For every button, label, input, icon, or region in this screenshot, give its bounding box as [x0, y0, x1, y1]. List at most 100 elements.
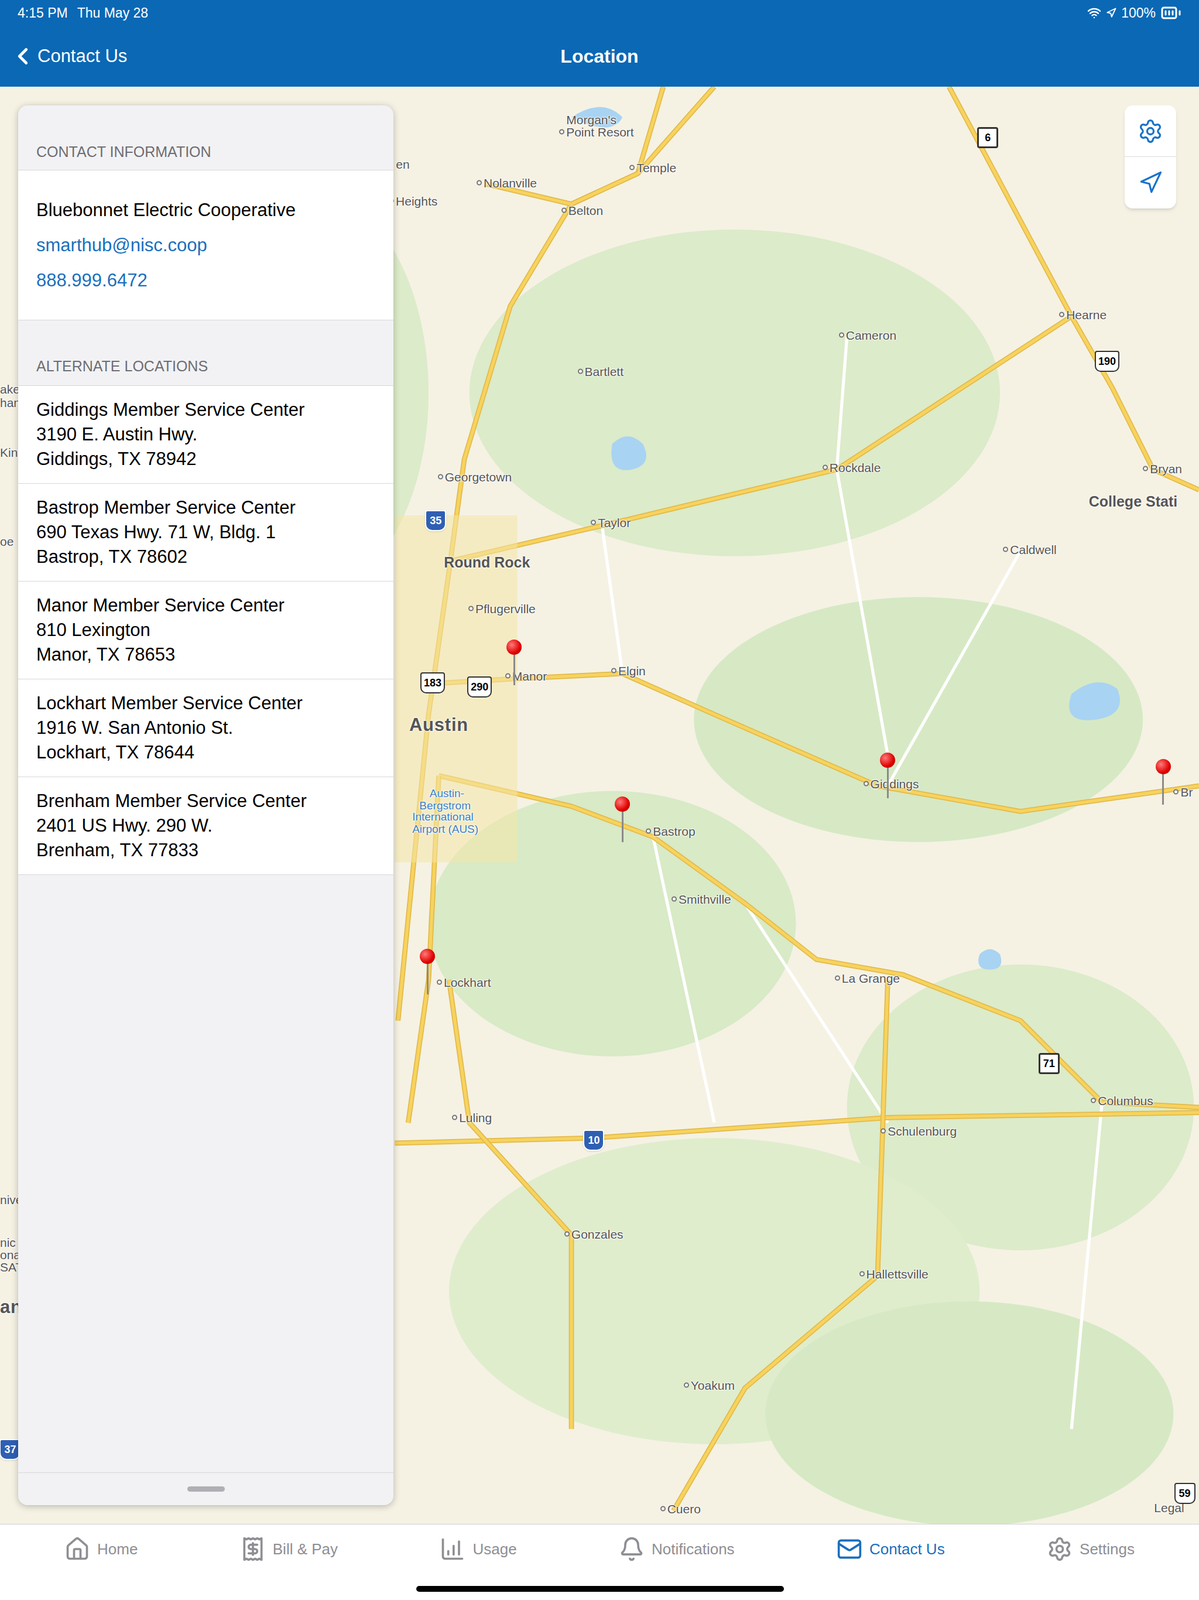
- map-label: Manor: [505, 669, 548, 682]
- header: 4:15 PM Thu May 28 100% Contact Us Location: [0, 0, 1199, 87]
- tab-item[interactable]: Settings: [1046, 1535, 1135, 1562]
- town-dot-icon: [1142, 465, 1149, 471]
- town-dot-icon: [1002, 546, 1009, 552]
- section-header: ALTERNATE LOCATIONS: [18, 320, 394, 386]
- map-label: Georgetown: [437, 470, 512, 483]
- nav-title: Location: [560, 42, 639, 71]
- panel-footer: [18, 1471, 394, 1505]
- map-pin[interactable]: [506, 639, 522, 685]
- cooperative-name: Bluebonnet Electric Cooperative: [36, 198, 376, 222]
- battery-icon: [1160, 2, 1182, 24]
- town-dot-icon: [561, 207, 567, 213]
- location-row[interactable]: Giddings Member Service Center3190 E. Au…: [18, 385, 394, 484]
- map-label: Cuero: [660, 1501, 701, 1514]
- highway-shield: 71: [1038, 1052, 1060, 1074]
- map-settings-button[interactable]: [1124, 105, 1177, 157]
- map-label: Nolanville: [476, 176, 537, 189]
- map-pin[interactable]: [419, 948, 435, 995]
- town-dot-icon: [505, 672, 511, 678]
- town-dot-icon: [838, 331, 845, 338]
- map-label: Luling: [451, 1111, 492, 1124]
- map-label: Kin: [0, 445, 18, 458]
- status-time: 4:15 PM: [17, 2, 68, 24]
- battery-level: 100%: [1121, 2, 1156, 24]
- location-row[interactable]: Bastrop Member Service Center690 Texas H…: [18, 483, 394, 582]
- location-arrow-icon: [1138, 170, 1163, 195]
- map-label: han: [0, 395, 21, 409]
- map-label: en: [395, 158, 410, 171]
- map-label: Schulenburg: [880, 1124, 957, 1137]
- highway-shield: 183: [420, 672, 445, 694]
- map-label: Cameron: [838, 328, 897, 341]
- tab-bar: Home Bill & Pay Usage Notifications Contact …: [0, 1523, 1199, 1600]
- map-label: ake: [0, 382, 20, 395]
- highway-shield: 59: [1174, 1482, 1196, 1504]
- town-dot-icon: [451, 1114, 458, 1120]
- status-date: Thu May 28: [77, 2, 149, 24]
- map[interactable]: Morgan'sPoint ResortTempleNolanvilleBelt…: [0, 86, 1199, 1524]
- map-pin[interactable]: [614, 796, 630, 842]
- location-icon: [1105, 7, 1117, 19]
- email-link[interactable]: smarthub@nisc.coop: [36, 233, 376, 258]
- town-dot-icon: [611, 667, 617, 673]
- tab-item[interactable]: Home: [64, 1535, 138, 1562]
- location-row[interactable]: Brenham Member Service Center2401 US Hwy…: [18, 776, 394, 875]
- town-dot-icon: [645, 827, 652, 834]
- town-dot-icon: [436, 978, 443, 985]
- location-row[interactable]: Lockhart Member Service Center1916 W. Sa…: [18, 679, 394, 777]
- current-location-button[interactable]: [1124, 156, 1177, 209]
- map-label: Elgin: [611, 663, 646, 677]
- back-button[interactable]: Contact Us: [0, 42, 128, 71]
- map-label: Hallettsville: [859, 1267, 929, 1280]
- town-dot-icon: [468, 605, 474, 611]
- contact-panel: CONTACT INFORMATIONBluebonnet Electric C…: [18, 105, 394, 1505]
- map-controls: [1124, 105, 1177, 209]
- map-label: Bryan: [1142, 461, 1183, 475]
- tab-item[interactable]: Usage: [439, 1535, 517, 1562]
- map-label: Morgan's: [566, 112, 617, 126]
- map-label: Point Resort: [559, 125, 635, 138]
- town-dot-icon: [822, 464, 828, 471]
- location-row[interactable]: Manor Member Service Center810 Lexington…: [18, 581, 394, 680]
- highway-shield: 35: [425, 509, 447, 532]
- map-label: Smithville: [671, 892, 732, 906]
- phone-link[interactable]: 888.999.6472: [36, 268, 376, 293]
- map-label: Lockhart: [436, 975, 492, 988]
- highway-shield: 10: [583, 1129, 605, 1151]
- map-label: Yoakum: [683, 1378, 735, 1392]
- tab-icon: [439, 1535, 466, 1562]
- town-dot-icon: [1090, 1097, 1096, 1103]
- town-dot-icon: [1173, 789, 1179, 795]
- town-dot-icon: [559, 128, 565, 135]
- contact-info: Bluebonnet Electric Cooperative smarthub@…: [18, 170, 394, 321]
- tab-icon: [618, 1535, 645, 1562]
- map-label: Taylor: [590, 516, 631, 529]
- map-label: College Stati: [1088, 493, 1178, 509]
- map-label: Columbus: [1090, 1093, 1154, 1106]
- section-header: CONTACT INFORMATION: [18, 105, 394, 171]
- town-dot-icon: [1059, 311, 1065, 317]
- town-dot-icon: [629, 164, 635, 170]
- map-label: International: [412, 810, 474, 822]
- map-label: Airport (AUS): [412, 823, 479, 835]
- tab-item[interactable]: Bill & Pay: [240, 1535, 338, 1562]
- tab-icon: [836, 1535, 863, 1562]
- gear-icon: [1137, 118, 1164, 145]
- map-label: Bastrop: [645, 824, 695, 837]
- highway-shield: 190: [1094, 350, 1120, 372]
- map-pin[interactable]: [1155, 758, 1171, 805]
- town-dot-icon: [577, 368, 584, 375]
- tab-item[interactable]: Notifications: [618, 1535, 735, 1562]
- tab-item[interactable]: Contact Us: [836, 1535, 945, 1562]
- town-dot-icon: [564, 1231, 570, 1237]
- town-dot-icon: [660, 1505, 666, 1511]
- highway-shield: 6: [977, 127, 999, 149]
- tab-icon: [1046, 1535, 1073, 1562]
- drag-handle[interactable]: [187, 1485, 225, 1492]
- town-dot-icon: [834, 974, 841, 981]
- map-label: Temple: [629, 160, 677, 174]
- map-pin[interactable]: [879, 752, 896, 798]
- town-dot-icon: [671, 896, 677, 902]
- town-dot-icon: [859, 1271, 865, 1277]
- tab-icon: [64, 1535, 91, 1562]
